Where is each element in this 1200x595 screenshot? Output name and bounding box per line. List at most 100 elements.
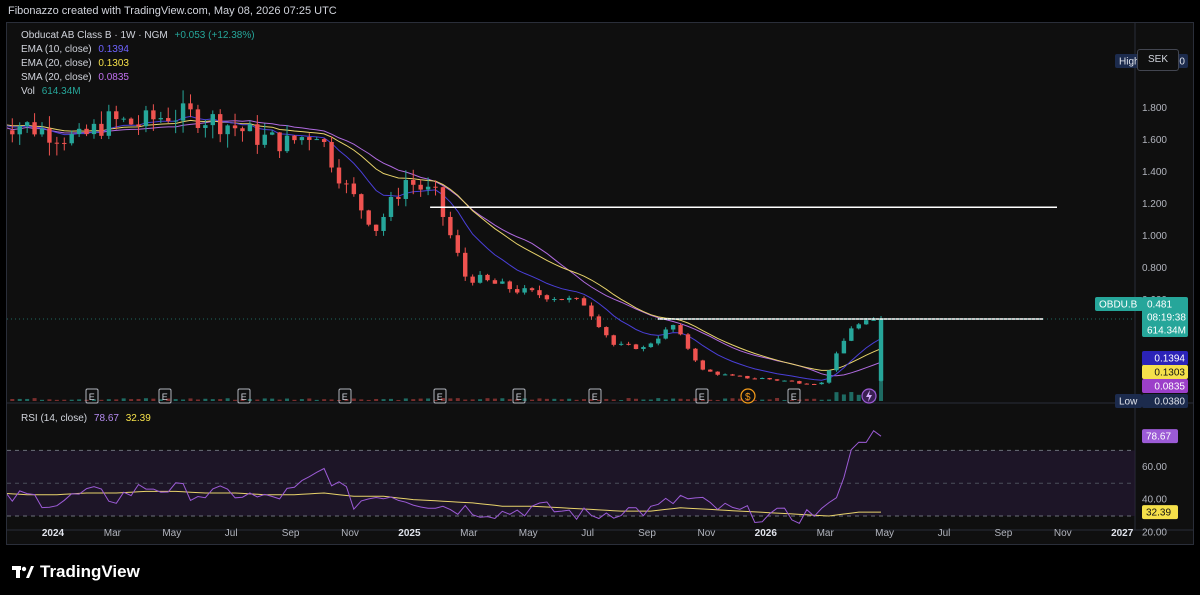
candle-body (492, 280, 498, 284)
legend-sma20[interactable]: SMA (20, close) 0.0835 (21, 72, 129, 83)
candle-body (425, 186, 431, 190)
candle-body (121, 118, 126, 120)
volume-bar (715, 399, 720, 401)
candle-body (678, 325, 683, 335)
earnings-marker-label: E (592, 392, 598, 402)
ema10-value: 0.1394 (98, 44, 129, 55)
candle-body (418, 184, 423, 190)
earnings-marker-label: E (699, 392, 705, 402)
price-tick-label: 1.000 (1142, 231, 1167, 242)
volume-bar (10, 399, 15, 401)
volume-bar (17, 398, 22, 401)
candle-body (17, 126, 22, 135)
volume-bar (455, 398, 460, 401)
legend-volume[interactable]: Vol 614.34M (21, 86, 81, 97)
chart-canvas[interactable]: E E E E E E E E $ E 1.800 1.600 1.400 1.200 1.000 0.800… (7, 23, 1194, 545)
volume-bars (10, 371, 884, 401)
candle-body (403, 180, 409, 199)
rsi-value-axis-text: 78.67 (1146, 432, 1171, 443)
volume-bar (99, 399, 104, 401)
time-tick-label: Mar (460, 528, 478, 539)
volume-bar (418, 398, 423, 401)
volume-bar (463, 399, 468, 401)
candle-body (433, 186, 438, 188)
volume-bar (685, 399, 690, 401)
candle-body (596, 316, 602, 328)
candle-body (269, 132, 275, 135)
volume-bar (77, 399, 82, 401)
last-price-badge: OBDU.B 0.481 08:19:38 614.34M (1095, 297, 1188, 337)
volume-bar (730, 398, 735, 401)
candle-body (618, 343, 624, 345)
candle-body (737, 375, 743, 377)
candle-body (529, 288, 535, 291)
volume-bar (32, 398, 37, 401)
split-marker-label: $ (745, 392, 751, 403)
volume-bar (25, 398, 30, 401)
currency-button[interactable]: SEK (1137, 49, 1179, 71)
candle-body (559, 299, 564, 301)
volume-bar (478, 399, 483, 401)
candle-body (255, 124, 260, 145)
time-tick-label: 2025 (398, 528, 421, 539)
volume-bar (648, 399, 653, 401)
candle-body (589, 305, 594, 317)
volume-bar (203, 398, 208, 401)
volume-bar (552, 398, 557, 401)
candle-body (151, 110, 156, 120)
volume-bar (195, 399, 200, 401)
candle-body (240, 128, 245, 132)
volume-bar (492, 398, 497, 401)
rsi-ma-value: 32.39 (125, 413, 151, 424)
volume-bar (292, 399, 297, 401)
earnings-marker-label: E (791, 392, 797, 402)
candle-body (685, 334, 691, 349)
legend-ema10[interactable]: EMA (10, close) 0.1394 (21, 44, 129, 55)
chart-frame[interactable]: E E E E E E E E $ E 1.800 1.600 1.400 1.200 1.000 0.800… (6, 22, 1194, 545)
candle-body (292, 135, 297, 141)
volume-bar (782, 399, 787, 401)
legend-ema20[interactable]: EMA (20, close) 0.1303 (21, 58, 129, 69)
candle-body (522, 288, 527, 293)
candle-body (440, 187, 446, 217)
volume-bar (619, 399, 624, 401)
volume-bar (574, 399, 579, 401)
candle-body (871, 319, 876, 321)
candle-body (69, 134, 74, 144)
candle-body (826, 370, 832, 383)
tradingview-logo[interactable]: TradingView (12, 562, 140, 582)
volume-bar (804, 398, 809, 401)
volume-bar (40, 399, 44, 401)
candle-body (24, 122, 30, 127)
candle-body (388, 196, 394, 217)
volume-bar (403, 398, 408, 401)
volume-bar (277, 399, 282, 401)
candle-body (760, 378, 765, 380)
candle-body (537, 290, 542, 296)
candle-body (128, 118, 134, 125)
candle-body (166, 118, 171, 122)
ema20-label: EMA (20, close) (21, 58, 92, 69)
ema20-axis-label-text: 0.1303 (1154, 368, 1185, 379)
candle-body (32, 122, 37, 135)
earnings-marker-label: E (89, 392, 95, 402)
volume-bar (54, 399, 59, 401)
candle-body (782, 380, 787, 382)
candle-body (849, 328, 854, 341)
candle-body (477, 274, 483, 283)
volume-bar (567, 398, 572, 401)
candle-body (448, 216, 453, 236)
price-tick-label: 1.200 (1142, 199, 1167, 210)
rsi-value: 78.67 (93, 413, 119, 424)
volume-bar (849, 392, 854, 401)
candle-body (225, 125, 230, 135)
earnings-marker-label: E (342, 392, 348, 402)
candle-body (611, 335, 616, 345)
earnings-marker-label: E (437, 392, 443, 402)
volume-bar (611, 399, 616, 401)
candle-body (581, 298, 587, 306)
earnings-marker-label: E (516, 392, 522, 402)
legend-rsi[interactable]: RSI (14, close) 78.67 32.39 (21, 413, 151, 424)
candle-body (218, 114, 223, 135)
candle-body (641, 347, 646, 350)
